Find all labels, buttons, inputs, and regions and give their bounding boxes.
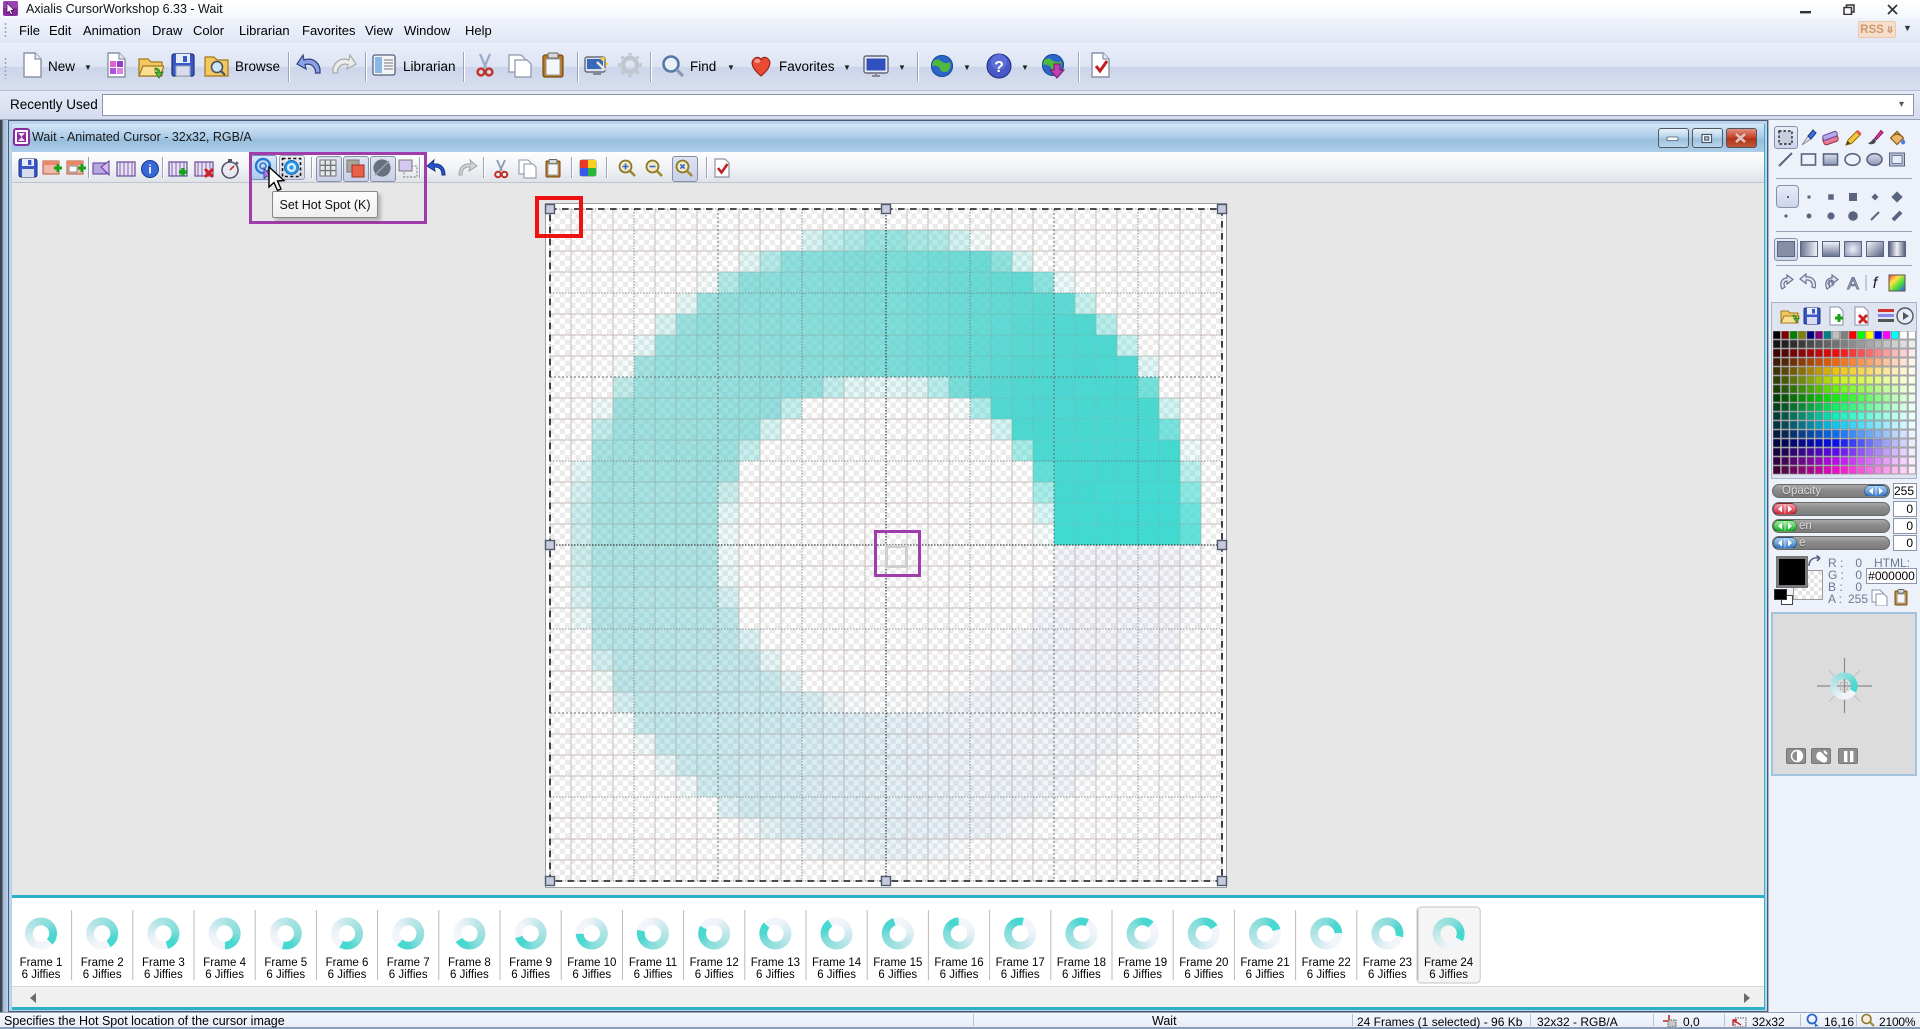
- svg-text:Frame 3: Frame 3: [142, 957, 185, 969]
- svg-text:Frame 10: Frame 10: [567, 957, 616, 969]
- svg-text:Frame 12: Frame 12: [690, 957, 739, 969]
- svg-text:6 Jiffies: 6 Jiffies: [878, 969, 917, 981]
- svg-text:6 Jiffies: 6 Jiffies: [572, 969, 611, 981]
- svg-text:6 Jiffies: 6 Jiffies: [1184, 969, 1223, 981]
- svg-text:Frame 5: Frame 5: [264, 957, 307, 969]
- svg-text:Frame 13: Frame 13: [751, 957, 800, 969]
- svg-text:Frame 18: Frame 18: [1057, 957, 1106, 969]
- svg-text:Frame 23: Frame 23: [1363, 957, 1412, 969]
- svg-text:6 Jiffies: 6 Jiffies: [695, 969, 734, 981]
- svg-text:6 Jiffies: 6 Jiffies: [389, 969, 428, 981]
- svg-text:6 Jiffies: 6 Jiffies: [1368, 969, 1407, 981]
- svg-text:Frame 4: Frame 4: [203, 957, 246, 969]
- svg-text:A: A: [1847, 274, 1859, 293]
- svg-text:Frame 15: Frame 15: [873, 957, 922, 969]
- svg-text:Frame 1: Frame 1: [20, 957, 63, 969]
- svg-text:6 Jiffies: 6 Jiffies: [205, 969, 244, 981]
- svg-text:Frame 9: Frame 9: [509, 957, 552, 969]
- svg-text:6 Jiffies: 6 Jiffies: [756, 969, 795, 981]
- svg-text:Frame 19: Frame 19: [1118, 957, 1167, 969]
- svg-text:6 Jiffies: 6 Jiffies: [144, 969, 183, 981]
- svg-text:Frame 6: Frame 6: [326, 957, 369, 969]
- svg-text:f: f: [1872, 275, 1878, 292]
- svg-text:Frame 14: Frame 14: [812, 957, 862, 969]
- svg-text:Frame 17: Frame 17: [996, 957, 1045, 969]
- svg-text:6 Jiffies: 6 Jiffies: [1062, 969, 1101, 981]
- svg-text:6 Jiffies: 6 Jiffies: [328, 969, 367, 981]
- svg-text:6 Jiffies: 6 Jiffies: [511, 969, 550, 981]
- svg-text:6 Jiffies: 6 Jiffies: [450, 969, 489, 981]
- svg-text:Frame 11: Frame 11: [629, 957, 677, 969]
- svg-text:6 Jiffies: 6 Jiffies: [22, 969, 61, 981]
- svg-text:Frame 8: Frame 8: [448, 957, 491, 969]
- svg-text:6 Jiffies: 6 Jiffies: [1429, 969, 1468, 981]
- svg-text:6 Jiffies: 6 Jiffies: [1123, 969, 1162, 981]
- svg-text:Frame 20: Frame 20: [1179, 957, 1228, 969]
- svg-text:Frame 2: Frame 2: [81, 957, 124, 969]
- svg-text:6 Jiffies: 6 Jiffies: [1246, 969, 1285, 981]
- svg-text:?: ?: [994, 59, 1004, 76]
- svg-text:6 Jiffies: 6 Jiffies: [940, 969, 979, 981]
- svg-text:Frame 21: Frame 21: [1240, 957, 1289, 969]
- svg-text:6 Jiffies: 6 Jiffies: [817, 969, 856, 981]
- svg-text:6 Jiffies: 6 Jiffies: [1307, 969, 1346, 981]
- svg-text:Frame 16: Frame 16: [934, 957, 983, 969]
- svg-text:6 Jiffies: 6 Jiffies: [634, 969, 673, 981]
- svg-text:Frame 24: Frame 24: [1424, 957, 1474, 969]
- svg-text:Frame 22: Frame 22: [1302, 957, 1351, 969]
- svg-text:6 Jiffies: 6 Jiffies: [266, 969, 305, 981]
- svg-text:Frame 7: Frame 7: [387, 957, 430, 969]
- svg-text:6 Jiffies: 6 Jiffies: [1001, 969, 1040, 981]
- svg-text:6 Jiffies: 6 Jiffies: [83, 969, 122, 981]
- svg-text:i: i: [148, 163, 151, 177]
